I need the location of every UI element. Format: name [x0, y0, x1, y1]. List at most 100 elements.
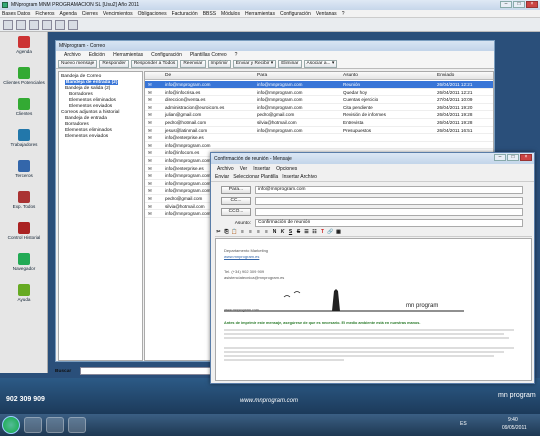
col-para[interactable]: Para — [257, 73, 267, 78]
message-row[interactable]: ✉ julian@gmail.com pedro@gmail.com Revisión… — [145, 111, 493, 119]
mail-toolbar-button[interactable]: Responder a Todos — [130, 59, 179, 68]
compose-menu-item[interactable]: Ver — [240, 166, 248, 172]
sidebar-item[interactable]: Ayuda — [0, 284, 48, 302]
toolbar-icon[interactable] — [3, 19, 13, 30]
app-menu-item[interactable]: Agenda — [60, 11, 77, 17]
folder-item[interactable]: Elementos eliminados — [69, 98, 116, 103]
toolbar-icon[interactable] — [42, 19, 52, 30]
folder-item[interactable]: Bandeja de salida (2) — [65, 86, 110, 91]
folder-item[interactable]: Borradores — [69, 92, 93, 97]
font-color-icon[interactable]: T — [319, 229, 326, 236]
asunto-field[interactable]: Confirmación de reunión — [255, 219, 523, 227]
paste-icon[interactable]: 📋 — [231, 229, 238, 236]
mail-menu-item[interactable]: Configuración — [151, 52, 182, 58]
app-menu-item[interactable]: BBSS — [203, 11, 216, 17]
para-button[interactable]: Para... — [221, 186, 251, 194]
app-menu-item[interactable]: ? — [342, 11, 345, 17]
app-menu-item[interactable]: Ficheros — [35, 11, 54, 17]
numbered-list-icon[interactable]: ☷ — [311, 229, 318, 236]
align-right-icon[interactable]: ≡ — [255, 229, 262, 236]
sig-email[interactable]: asistenciatecnica@mnprogram.es — [224, 275, 284, 280]
para-field[interactable]: info@mnprogram.com — [255, 186, 523, 194]
image-icon[interactable]: ▦ — [335, 229, 342, 236]
bold-icon[interactable]: N — [271, 229, 278, 236]
message-row[interactable]: ✉ jesus@latinmail.com info@mnprogram.com Pr… — [145, 127, 493, 135]
mail-toolbar-button[interactable]: Responder — [99, 59, 129, 68]
minimize-button[interactable]: – — [500, 1, 512, 8]
mail-toolbar-button[interactable]: Nuevo mensaje — [58, 59, 98, 68]
maximize-button[interactable]: □ — [507, 154, 519, 161]
app-menu-item[interactable]: Bases Datos — [2, 11, 30, 17]
maximize-button[interactable]: □ — [513, 1, 525, 8]
link-icon[interactable]: 🔗 — [327, 229, 334, 236]
mail-menu-item[interactable]: Edición — [89, 52, 105, 58]
compose-toolbar-button[interactable]: Seleccionar Plantilla — [233, 174, 278, 180]
sidebar-item[interactable]: Clientes — [0, 98, 48, 116]
compose-menu-item[interactable]: Opciones — [276, 166, 297, 172]
close-button[interactable]: × — [520, 154, 532, 161]
sig-web-link[interactable]: www.mnprogram.es — [224, 254, 259, 259]
col-enviado[interactable]: Enviado — [437, 73, 454, 78]
folder-item[interactable]: Elementos enviados — [69, 104, 112, 109]
sidebar-item[interactable]: Trabajadores — [0, 129, 48, 147]
mail-menu-item[interactable]: Plantillas Correo — [190, 52, 227, 58]
taskbar-app-icon[interactable] — [24, 417, 42, 433]
strike-icon[interactable]: S — [295, 229, 302, 236]
app-menu-item[interactable]: Vencimientos — [103, 11, 133, 17]
app-menu-item[interactable]: Módulos — [221, 11, 240, 17]
app-menu-item[interactable]: Obligaciones — [138, 11, 167, 17]
taskbar-app-icon[interactable] — [68, 417, 86, 433]
folder-item[interactable]: Correos adjuntos a historial — [61, 110, 119, 115]
folder-item[interactable]: Bandeja de Correo — [61, 74, 101, 79]
compose-toolbar-button[interactable]: Insertar Archivo — [282, 174, 317, 180]
message-body[interactable]: Departamento Marketing www.mnprogram.es … — [215, 238, 532, 381]
app-menu-item[interactable]: Herramientas — [245, 11, 275, 17]
underline-icon[interactable]: S — [287, 229, 294, 236]
compose-toolbar-button[interactable]: Enviar — [215, 174, 229, 180]
mail-toolbar-button[interactable]: Asociar a... ▾ — [303, 59, 338, 68]
align-center-icon[interactable]: ≡ — [247, 229, 254, 236]
sidebar-item[interactable]: Clientes Potenciales — [0, 67, 48, 85]
folder-item[interactable]: Borradores — [65, 122, 89, 127]
cco-button[interactable]: CCO... — [221, 208, 251, 216]
toolbar-icon[interactable] — [29, 19, 39, 30]
sidebar-item[interactable]: Control Historial — [0, 222, 48, 240]
close-button[interactable]: × — [526, 1, 538, 8]
mail-toolbar-button[interactable]: Imprimir — [207, 59, 231, 68]
mail-menu-item[interactable]: Herramientas — [113, 52, 143, 58]
italic-icon[interactable]: K — [279, 229, 286, 236]
sidebar-item[interactable]: Terceros — [0, 160, 48, 178]
message-row[interactable]: ✉ direccion@venta.es info@mnprogram.com Cue… — [145, 96, 493, 104]
align-left-icon[interactable]: ≡ — [239, 229, 246, 236]
app-menu-item[interactable]: Ventanas — [316, 11, 337, 17]
col-de[interactable]: De — [165, 73, 171, 78]
language-indicator[interactable]: ES — [460, 421, 467, 427]
toolbar-icon[interactable] — [68, 19, 78, 30]
app-menu-item[interactable]: Facturación — [172, 11, 198, 17]
mail-menu-item[interactable]: Archivo — [64, 52, 81, 58]
message-row[interactable]: ✉ info@infocrisa.es info@mnprogram.com Qued… — [145, 89, 493, 97]
cc-button[interactable]: CC... — [221, 197, 251, 205]
mail-toolbar-button[interactable]: Eliminar — [278, 59, 302, 68]
folder-item[interactable]: Elementos enviados — [65, 134, 108, 139]
message-row[interactable]: ✉ info@mnprogram.com — [145, 142, 493, 150]
message-row[interactable]: ✉ pedro@hotmail.com silvia@hotmail.com Entr… — [145, 119, 493, 127]
sidebar-item[interactable]: Navegador — [0, 253, 48, 271]
folder-item[interactable]: Bandeja de entrada (2) — [65, 80, 119, 85]
minimize-button[interactable]: – — [494, 154, 506, 161]
compose-menu-item[interactable]: Insertar — [253, 166, 270, 172]
mail-toolbar-button[interactable]: Enviar y Recibir ▾ — [232, 59, 277, 68]
justify-icon[interactable]: ≡ — [263, 229, 270, 236]
start-button[interactable] — [2, 416, 20, 434]
app-menu-item[interactable]: Configuración — [280, 11, 311, 17]
toolbar-icon[interactable] — [16, 19, 26, 30]
col-asunto[interactable]: Asunto — [343, 73, 358, 78]
cco-field[interactable] — [255, 208, 523, 216]
sidebar-item[interactable]: Agenda — [0, 36, 48, 54]
compose-menu-item[interactable]: Archivo — [217, 166, 234, 172]
folder-item[interactable]: Bandeja de entrada — [65, 116, 107, 121]
message-row[interactable]: ✉ info@mnprogram.com info@mnprogram.com Reu… — [145, 81, 493, 89]
cut-icon[interactable]: ✂ — [215, 229, 222, 236]
app-menu-item[interactable]: Cierres — [82, 11, 98, 17]
mail-toolbar-button[interactable]: Reenviar — [180, 59, 206, 68]
